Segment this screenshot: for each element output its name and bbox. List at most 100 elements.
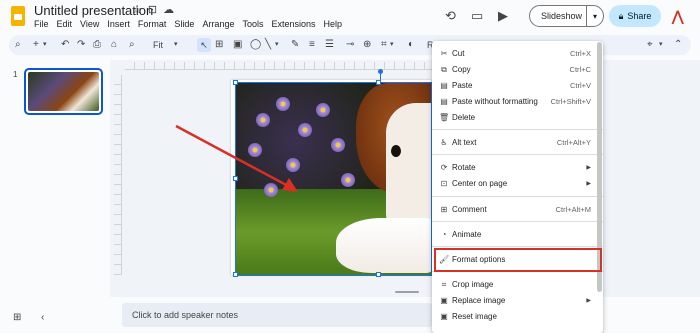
menu-item-crop-image[interactable]: ⌗ Crop image [432, 277, 603, 292]
paste-icon: ▤ [440, 81, 448, 90]
menu-arrange[interactable]: Arrange [202, 19, 234, 29]
slideshow-button[interactable]: Slideshow ▾ [529, 5, 604, 27]
line-icon[interactable]: ╲ [265, 37, 271, 53]
share-label: Share [627, 11, 652, 21]
menu-item-delete[interactable]: 🗑︎ Delete [432, 110, 603, 125]
horizontal-ruler[interactable] [125, 62, 435, 70]
menu-item-replace-image[interactable]: ▣ Replace image ▶ [432, 293, 603, 308]
slides-logo-icon[interactable] [11, 6, 25, 26]
submenu-arrow-icon: ▶ [586, 298, 591, 304]
vertical-ruler[interactable] [114, 75, 122, 275]
format-options-highlight [434, 248, 602, 272]
menu-help[interactable]: Help [324, 19, 343, 29]
border-dash-icon[interactable]: ☰ [325, 37, 334, 53]
slideshow-dropdown-icon[interactable]: ▾ [587, 12, 603, 21]
collapse-toolbar-icon[interactable]: ⌃ [674, 37, 682, 53]
zoom-dropdown-icon[interactable]: ▾ [174, 37, 178, 53]
lock-icon: 🔒︎ [618, 10, 624, 21]
resize-handle-top-left[interactable] [233, 80, 238, 85]
comment-icon: ⊞ [440, 205, 448, 214]
image-icon[interactable]: ▣ [233, 37, 242, 53]
zoom-select[interactable]: Fit [153, 37, 163, 53]
menu-extensions[interactable]: Extensions [271, 19, 315, 29]
menu-item-paste-without-formatting[interactable]: ▤ Paste without formatting Ctrl+Shift+V [432, 94, 603, 109]
crop-tool-icon[interactable]: ⌗ [381, 37, 387, 53]
account-logo-icon[interactable]: ⋀ [672, 8, 688, 24]
paste-plain-icon: ▤ [440, 97, 448, 106]
meet-icon[interactable]: ▶ [498, 8, 508, 24]
menu-item-copy[interactable]: ⧉ Copy Ctrl+C [432, 62, 603, 77]
crop-icon: ⌗ [441, 279, 447, 289]
menu-item-alt-text[interactable]: ♿︎ Alt text Ctrl+Alt+Y [432, 135, 603, 150]
history-icon[interactable]: ⟲ [445, 8, 456, 24]
center-icon: ⊡ [440, 179, 448, 188]
star-icon[interactable]: ☆ [132, 3, 142, 16]
menu-format[interactable]: Format [138, 19, 167, 29]
image-options-icon[interactable]: ◐ [408, 37, 414, 53]
slideshow-label: Slideshow [541, 11, 583, 21]
link-icon[interactable]: ⊸ [346, 37, 354, 53]
accessibility-icon: ♿︎ [440, 138, 448, 147]
border-weight-icon[interactable]: ≡ [309, 37, 315, 53]
grid-view-icon[interactable]: ⊞ [13, 312, 21, 323]
undo-icon[interactable]: ↶ [61, 37, 69, 53]
menu-view[interactable]: View [80, 19, 99, 29]
move-folder-icon[interactable]: ⊡ [148, 3, 157, 16]
pointer-tool-icon[interactable]: ⌖ [647, 37, 653, 53]
new-slide-icon[interactable]: + [33, 37, 39, 53]
menu-separator [432, 196, 603, 197]
border-color-icon[interactable]: ✎ [291, 37, 299, 53]
reset-image-icon: ▣ [440, 312, 448, 321]
resize-handle-bottom-left[interactable] [233, 272, 238, 277]
comment-add-icon[interactable]: ⊕ [363, 37, 371, 53]
menu-separator [432, 221, 603, 222]
zoom-icon[interactable]: ⌕ [129, 37, 135, 53]
resize-handle-left[interactable] [233, 176, 238, 181]
slide-number: 1 [13, 70, 18, 79]
menu-item-center-on-page[interactable]: ⊡ Center on page ▶ [432, 176, 603, 191]
menu-item-rotate[interactable]: ⟳ Rotate ▶ [432, 160, 603, 175]
menu-edit[interactable]: Edit [57, 19, 73, 29]
menu-separator [432, 246, 603, 247]
menu-item-paste[interactable]: ▤ Paste Ctrl+V [432, 78, 603, 93]
copy-icon: ⧉ [441, 64, 447, 74]
menu-item-animate[interactable]: ◔ Animate [432, 227, 603, 242]
redo-icon[interactable]: ↷ [77, 37, 85, 53]
speaker-notes[interactable]: Click to add speaker notes [122, 303, 432, 327]
shape-icon[interactable]: ◯ [250, 37, 261, 53]
menu-file[interactable]: File [34, 19, 49, 29]
submenu-arrow-icon: ▶ [586, 165, 591, 171]
select-tool-icon[interactable]: ↖ [197, 38, 211, 52]
print-icon[interactable]: ⎙ [93, 37, 101, 53]
crop-dropdown-icon[interactable]: ▾ [390, 37, 394, 53]
scissors-icon: ✂ [440, 49, 448, 58]
rotate-icon: ⟳ [440, 163, 448, 172]
menu-item-comment[interactable]: ⊞ Comment Ctrl+Alt+M [432, 202, 603, 217]
collapse-filmstrip-icon[interactable]: ‹ [41, 312, 44, 323]
menu-separator [432, 129, 603, 130]
horizontal-scroll-indicator[interactable] [395, 291, 419, 293]
animate-icon: ◔ [441, 230, 447, 239]
comments-icon[interactable]: ▭ [471, 8, 483, 24]
menu-item-cut[interactable]: ✂ Cut Ctrl+X [432, 46, 603, 61]
menu-tools[interactable]: Tools [242, 19, 263, 29]
cloud-status-icon[interactable]: ☁ [163, 3, 174, 16]
resize-handle-bottom[interactable] [376, 272, 381, 277]
pointer-dropdown-icon[interactable]: ▾ [659, 37, 663, 53]
menu-slide[interactable]: Slide [174, 19, 194, 29]
menu-item-reset-image[interactable]: ▣ Reset image [432, 309, 603, 324]
submenu-arrow-icon: ▶ [586, 181, 591, 187]
share-button[interactable]: 🔒︎ Share [609, 5, 661, 27]
context-menu: ✂ Cut Ctrl+X ⧉ Copy Ctrl+C ▤ Paste Ctrl+… [432, 41, 603, 333]
search-menus-icon[interactable]: ⌕ [15, 37, 21, 53]
resize-handle-top[interactable] [376, 80, 381, 85]
text-box-icon[interactable]: ⊞ [215, 37, 223, 53]
slide-thumbnail-image [28, 72, 99, 111]
menu-bar: File Edit View Insert Format Slide Arran… [34, 19, 342, 29]
menu-insert[interactable]: Insert [107, 19, 130, 29]
slide-thumbnail[interactable] [24, 68, 103, 115]
new-slide-dropdown-icon[interactable]: ▾ [43, 37, 47, 53]
puppy-image[interactable] [235, 82, 432, 276]
line-dropdown-icon[interactable]: ▾ [275, 37, 279, 53]
paint-format-icon[interactable]: ⌂ [111, 37, 117, 53]
